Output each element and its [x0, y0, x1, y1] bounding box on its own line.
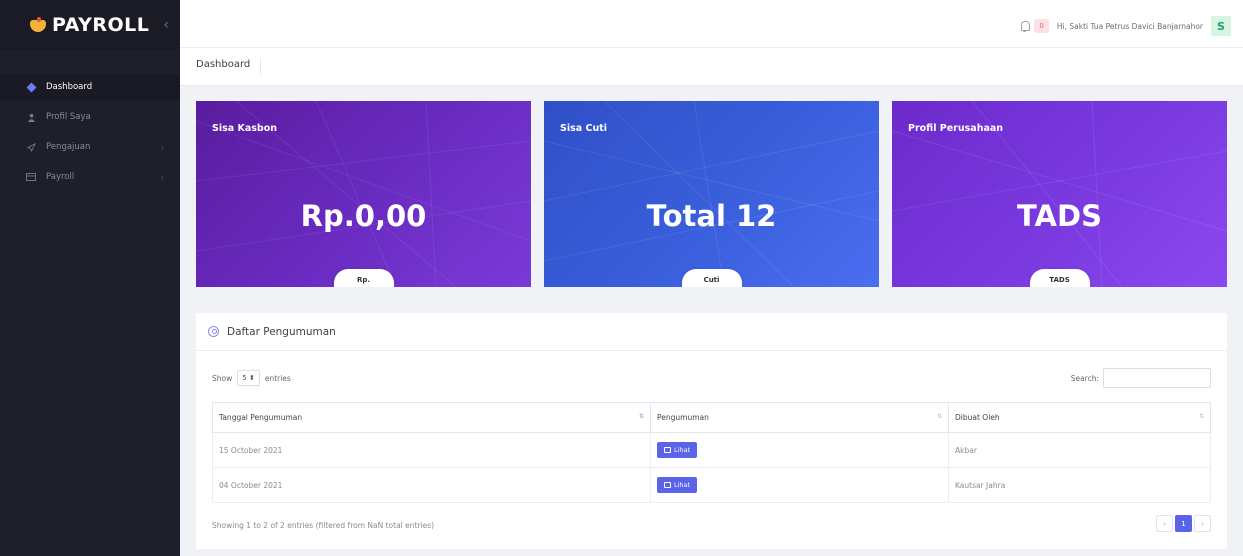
card-pill-button[interactable]: Rp. — [333, 269, 394, 287]
entries-value: 5 — [242, 374, 247, 382]
send-icon — [24, 142, 38, 152]
card-title: Sisa Kasbon — [212, 123, 277, 134]
search-control: Search: — [1071, 368, 1211, 388]
card-pill-button[interactable]: TADS — [1029, 269, 1090, 287]
diamond-icon — [24, 82, 38, 92]
sidebar-item-pengajuan[interactable]: Pengajuan › — [0, 136, 180, 158]
entries-label: entries — [264, 373, 291, 383]
user-circle-icon — [208, 326, 219, 337]
sidebar-nav: Dashboard Profil Saya Pengajuan › Payrol… — [0, 74, 180, 188]
table-row: 15 October 2021 Lihat Akbar — [212, 432, 1211, 468]
column-header-dibuat-oleh[interactable]: Dibuat Oleh ⇅ — [948, 402, 1211, 433]
document-icon — [664, 447, 671, 453]
sort-icon: ⇅ — [936, 413, 942, 420]
column-header-pengumuman[interactable]: Pengumuman ⇅ — [650, 402, 949, 433]
search-input[interactable] — [1103, 368, 1211, 388]
table-row: 04 October 2021 Lihat Kautsar Jahra — [212, 467, 1211, 503]
sort-icon: ⇅ — [638, 413, 644, 420]
user-icon — [24, 113, 38, 122]
card-title: Sisa Cuti — [560, 123, 608, 134]
chevron-right-icon: › — [160, 172, 164, 182]
pagination-page[interactable]: 1 — [1175, 515, 1192, 532]
bell-icon[interactable] — [1018, 19, 1032, 33]
card-sisa-kasbon: Sisa Kasbon Rp.0,00 Rp. — [196, 101, 531, 287]
card-value: Rp.0,00 — [300, 199, 427, 233]
sidebar-item-label: Profil Saya — [46, 112, 91, 122]
view-button[interactable]: Lihat — [657, 477, 698, 493]
chevron-left-icon[interactable]: ‹ — [163, 17, 169, 33]
table-header-row: Tanggal Pengumuman ⇅ Pengumuman ⇅ Dibuat… — [212, 402, 1211, 433]
sort-arrows-icon: ⬍ — [248, 374, 255, 382]
view-button-label: Lihat — [674, 446, 691, 454]
panel-header: Daftar Pengumuman — [196, 313, 1227, 351]
sidebar: PAYROLL ‹ Dashboard Profil Saya Pengajua… — [0, 0, 180, 556]
brand-name: PAYROLL — [52, 14, 150, 36]
sidebar-item-dashboard[interactable]: Dashboard — [0, 74, 180, 100]
avatar[interactable]: S — [1211, 16, 1231, 36]
cell-author: Kautsar Jahra — [948, 467, 1211, 503]
user-area: 0 Hi, Sakti Tua Petrus Davici Banjarnaho… — [1018, 16, 1231, 36]
sidebar-item-label: Payroll — [46, 172, 75, 182]
chevron-right-icon: › — [160, 142, 164, 152]
sidebar-item-profil-saya[interactable]: Profil Saya — [0, 106, 180, 128]
table-info: Showing 1 to 2 of 2 entries (filtered fr… — [212, 521, 435, 530]
topbar: 0 Hi, Sakti Tua Petrus Davici Banjarnaho… — [180, 0, 1243, 48]
cell-action: Lihat — [650, 467, 949, 503]
card-value: TADS — [1017, 199, 1102, 233]
cell-author: Akbar — [948, 432, 1211, 468]
pagination-next[interactable]: › — [1194, 515, 1211, 532]
entries-control: Show 5 ⬍ entries — [212, 370, 291, 386]
credit-card-icon — [24, 173, 38, 181]
column-header-label: Dibuat Oleh — [955, 413, 1000, 422]
column-header-tanggal[interactable]: Tanggal Pengumuman ⇅ — [212, 402, 651, 433]
breadcrumb: Dashboard — [180, 48, 1243, 86]
card-value: Total 12 — [646, 199, 777, 233]
search-label: Search: — [1070, 373, 1099, 383]
sidebar-item-label: Pengajuan — [46, 142, 91, 152]
view-button-label: Lihat — [674, 481, 691, 489]
brand: PAYROLL ‹ — [0, 0, 180, 50]
cell-date: 15 October 2021 — [212, 432, 651, 468]
sidebar-item-label: Dashboard — [46, 82, 93, 92]
page-title: Dashboard — [196, 59, 262, 75]
show-label: Show — [212, 373, 233, 383]
sort-icon: ⇅ — [1198, 413, 1204, 420]
view-button[interactable]: Lihat — [657, 442, 698, 458]
card-profil-perusahaan: Profil Perusahaan TADS TADS — [892, 101, 1227, 287]
card-title: Profil Perusahaan — [908, 123, 1004, 134]
cell-action: Lihat — [650, 432, 949, 468]
announcement-table: Tanggal Pengumuman ⇅ Pengumuman ⇅ Dibuat… — [212, 402, 1211, 503]
column-header-label: Pengumuman — [657, 413, 709, 422]
panel-title: Daftar Pengumuman — [227, 325, 336, 338]
entries-select[interactable]: 5 ⬍ — [237, 370, 260, 386]
card-sisa-cuti: Sisa Cuti Total 12 Cuti — [544, 101, 879, 287]
pagination-prev[interactable]: ‹ — [1156, 515, 1173, 532]
column-header-label: Tanggal Pengumuman — [219, 413, 303, 422]
card-pill-button[interactable]: Cuti — [681, 269, 742, 287]
pagination: ‹ 1 › — [1154, 515, 1211, 532]
sidebar-item-payroll[interactable]: Payroll › — [0, 166, 180, 188]
notification-badge[interactable]: 0 — [1034, 19, 1049, 33]
cell-date: 04 October 2021 — [212, 467, 651, 503]
user-greeting[interactable]: Hi, Sakti Tua Petrus Davici Banjarnahor — [1057, 22, 1203, 31]
document-icon — [664, 482, 671, 488]
logo-icon — [28, 17, 48, 33]
announcement-panel: Daftar Pengumuman Show 5 ⬍ entries Searc… — [196, 313, 1227, 549]
